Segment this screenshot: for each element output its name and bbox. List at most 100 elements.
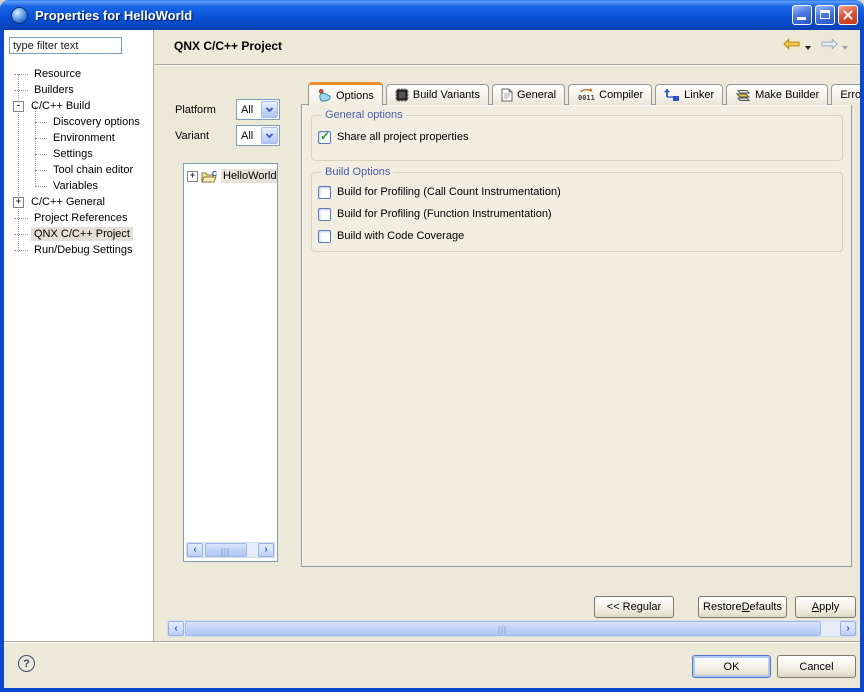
tab-general[interactable]: General: [492, 84, 565, 105]
tree-line: [35, 186, 47, 187]
close-button[interactable]: [838, 5, 858, 25]
group-title: General options: [322, 109, 406, 121]
main-hscrollbar[interactable]: ‹ ›: [167, 620, 857, 637]
tree-line: [14, 218, 28, 219]
chevron-down-icon[interactable]: [261, 127, 278, 144]
filter-input[interactable]: [9, 37, 122, 54]
tab-build-variants[interactable]: Build Variants: [386, 84, 489, 105]
scroll-thumb[interactable]: [205, 543, 247, 557]
group-title: Build Options: [322, 166, 393, 178]
cancel-button[interactable]: Cancel: [777, 655, 856, 678]
forward-arrow-icon: [820, 38, 838, 50]
chevron-down-icon[interactable]: [261, 101, 278, 118]
chip-icon: [395, 88, 409, 102]
sidebar-item-tool-chain-editor[interactable]: Tool chain editor: [4, 162, 153, 178]
checkbox-unchecked-icon[interactable]: [318, 230, 331, 243]
title-bar[interactable]: Properties for HelloWorld: [0, 0, 864, 30]
window-title: Properties for HelloWorld: [35, 8, 192, 23]
page-title: QNX C/C++ Project: [174, 39, 282, 53]
scroll-left-icon[interactable]: ‹: [187, 543, 203, 557]
tree-line: [35, 170, 47, 171]
variant-label: Variant: [175, 130, 209, 142]
sidebar-item-resource[interactable]: Resource: [4, 66, 153, 82]
options-icon: [317, 88, 332, 103]
window-border: [860, 30, 864, 692]
sidebar-item-run-debug-settings[interactable]: Run/Debug Settings: [4, 242, 153, 258]
window-icon: [11, 7, 28, 24]
compiler-icon: 0011: [577, 88, 595, 102]
regular-toggle-button[interactable]: << Regular: [594, 596, 674, 618]
general-options-group: General options ✓ Share all project prop…: [311, 115, 843, 161]
window-border: [0, 688, 864, 692]
options-tab-panel: General options ✓ Share all project prop…: [301, 104, 852, 567]
maximize-icon: [820, 10, 830, 19]
maximize-button[interactable]: [815, 5, 835, 25]
sidebar-item-settings[interactable]: Settings: [4, 146, 153, 162]
preferences-sidebar: Resource Builders -C/C++ Build Discovery…: [4, 30, 154, 641]
scroll-left-icon[interactable]: ‹: [168, 621, 184, 636]
expand-icon[interactable]: +: [13, 197, 24, 208]
svg-text:0011: 0011: [578, 94, 595, 102]
checkbox-share-project-properties[interactable]: ✓ Share all project properties: [318, 130, 468, 144]
forward-menu-caret-icon: [842, 46, 848, 53]
minimize-button[interactable]: [792, 5, 812, 25]
checkbox-code-coverage[interactable]: Build with Code Coverage: [318, 229, 464, 243]
sidebar-item-qnx-cpp-project[interactable]: QNX C/C++ Project: [4, 226, 153, 242]
checkbox-unchecked-icon[interactable]: [318, 186, 331, 199]
project-name: HelloWorld: [221, 169, 278, 183]
tree-line: [14, 90, 28, 91]
forward-button[interactable]: [820, 38, 838, 53]
sidebar-item-cpp-general[interactable]: +C/C++ General: [4, 194, 153, 210]
checkbox-unchecked-icon[interactable]: [318, 208, 331, 221]
back-button[interactable]: [783, 38, 801, 53]
sidebar-item-cpp-build[interactable]: -C/C++ Build: [4, 98, 153, 114]
minimize-icon: [797, 17, 806, 20]
scroll-right-icon[interactable]: ›: [258, 543, 274, 557]
sidebar-item-environment[interactable]: Environment: [4, 130, 153, 146]
back-menu-caret-icon[interactable]: [805, 46, 811, 53]
tree-line: [35, 122, 47, 123]
variant-select[interactable]: All: [236, 125, 280, 146]
ok-button[interactable]: OK: [692, 655, 771, 678]
tree-line: [14, 250, 28, 251]
properties-dialog: Properties for HelloWorld Resource Build…: [0, 0, 864, 692]
dialog-footer: ? OK Cancel: [4, 641, 860, 688]
svg-text:C: C: [212, 171, 217, 178]
sidebar-item-variables[interactable]: Variables: [4, 178, 153, 194]
window-border: [0, 30, 4, 692]
header-separator: [155, 64, 860, 65]
preferences-tree: Resource Builders -C/C++ Build Discovery…: [4, 66, 153, 258]
make-builder-icon: [735, 89, 751, 102]
restore-defaults-button[interactable]: Restore Defaults: [698, 596, 787, 618]
linker-icon: [664, 88, 680, 102]
tree-line: [35, 138, 47, 139]
document-icon: [501, 88, 513, 102]
build-options-group: Build Options Build for Profiling (Call …: [311, 172, 843, 252]
c-project-folder-icon: C: [201, 170, 219, 183]
tab-linker[interactable]: Linker: [655, 84, 723, 105]
project-tree-item[interactable]: + C HelloWorld: [187, 169, 278, 183]
tab-make-builder[interactable]: Make Builder: [726, 84, 828, 105]
sidebar-item-builders[interactable]: Builders: [4, 82, 153, 98]
scroll-right-icon[interactable]: ›: [840, 621, 856, 636]
tree-line: [14, 74, 28, 75]
project-tree-hscrollbar[interactable]: ‹ ›: [186, 542, 275, 558]
sidebar-item-discovery-options[interactable]: Discovery options: [4, 114, 153, 130]
settings-tabbar: Options Build Variants General 0011: [308, 81, 864, 105]
tree-line: [14, 234, 28, 235]
sidebar-item-project-references[interactable]: Project References: [4, 210, 153, 226]
platform-select[interactable]: All: [236, 99, 280, 120]
expand-icon[interactable]: +: [187, 171, 198, 182]
checkbox-checked-icon[interactable]: ✓: [318, 131, 331, 144]
tree-line: [35, 154, 47, 155]
checkbox-profiling-call-count[interactable]: Build for Profiling (Call Count Instrume…: [318, 185, 561, 199]
collapse-icon[interactable]: -: [13, 101, 24, 112]
tab-options[interactable]: Options: [308, 82, 383, 106]
platform-label: Platform: [175, 104, 216, 116]
apply-button[interactable]: Apply: [795, 596, 856, 618]
tab-compiler[interactable]: 0011 Compiler: [568, 84, 652, 105]
help-icon[interactable]: ?: [18, 655, 35, 672]
checkbox-profiling-function[interactable]: Build for Profiling (Function Instrument…: [318, 207, 552, 221]
scroll-thumb[interactable]: [185, 621, 821, 636]
back-arrow-icon: [783, 38, 801, 50]
